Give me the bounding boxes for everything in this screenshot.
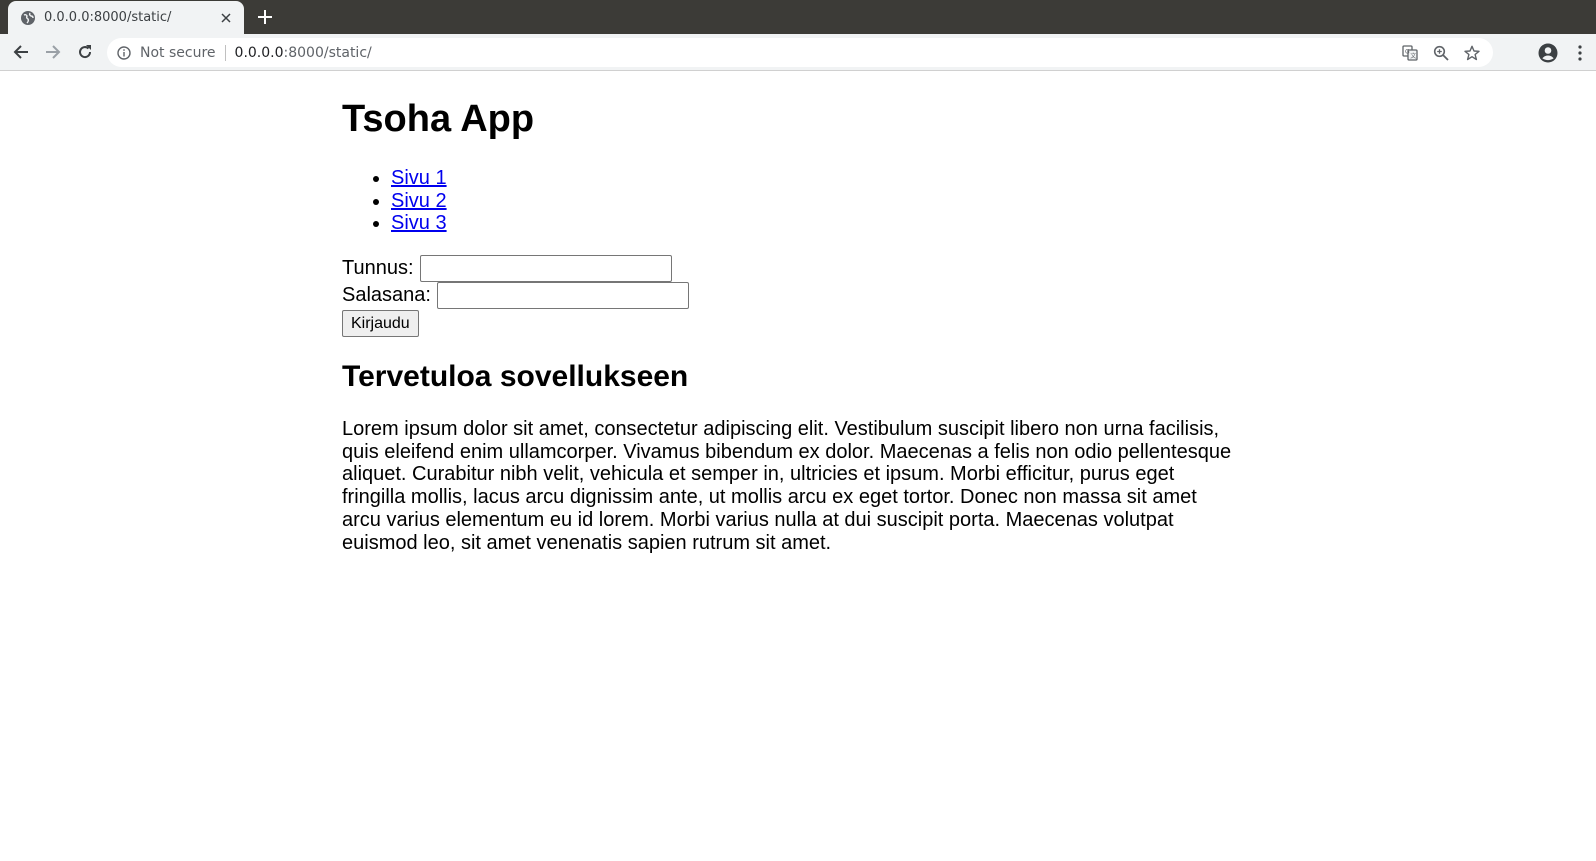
kebab-menu-icon[interactable] — [1564, 34, 1596, 71]
profile-icon[interactable] — [1532, 34, 1564, 71]
back-arrow-icon — [13, 45, 28, 59]
url-host: 0.0.0.0 — [234, 44, 284, 61]
url-text[interactable]: 0.0.0.0:8000/static/ — [235, 45, 372, 61]
close-icon[interactable] — [218, 10, 234, 26]
username-row: Tunnus: — [342, 255, 689, 282]
login-button[interactable]: Kirjaudu — [342, 310, 419, 337]
back-button[interactable] — [7, 38, 35, 66]
reload-icon — [79, 45, 92, 59]
password-label: Salasana: — [342, 284, 431, 306]
info-icon[interactable] — [116, 45, 132, 61]
login-form: Tunnus: Salasana: Kirjaudu — [342, 255, 689, 337]
url-path: :8000/static/ — [283, 44, 372, 61]
tab-strip: 0.0.0.0:8000/static/ — [0, 0, 1596, 34]
reload-button[interactable] — [71, 38, 99, 66]
username-input[interactable] — [419, 255, 672, 282]
username-label: Tunnus: — [342, 257, 414, 279]
forward-arrow-icon — [46, 45, 61, 59]
toolbar-right — [1532, 34, 1596, 71]
welcome-heading: Tervetuloa sovellukseen — [342, 360, 689, 393]
tab-title: 0.0.0.0:8000/static/ — [44, 10, 172, 25]
nav-item-sivu-2: Sivu 2 — [391, 190, 447, 213]
page-viewport: Tsoha App Sivu 1 Sivu 2 Sivu 3 Tunnus: S… — [0, 71, 1596, 861]
svg-text:文: 文 — [1410, 52, 1416, 60]
forward-button[interactable] — [39, 38, 67, 66]
nav-list: Sivu 1 Sivu 2 Sivu 3 — [342, 167, 447, 235]
zoom-icon[interactable] — [1425, 38, 1456, 67]
nav-link-sivu-2[interactable]: Sivu 2 — [391, 190, 447, 212]
plus-icon — [258, 10, 272, 24]
browser-toolbar: Not secure 0.0.0.0:8000/static/ G文 — [0, 34, 1596, 71]
nav-item-sivu-3: Sivu 3 — [391, 212, 447, 235]
star-icon[interactable] — [1456, 38, 1487, 67]
svg-text:G: G — [1405, 48, 1410, 55]
new-tab-button[interactable] — [255, 7, 275, 27]
address-bar-actions: G文 — [1394, 38, 1487, 67]
translate-icon[interactable]: G文 — [1394, 38, 1425, 67]
nav-link-sivu-3[interactable]: Sivu 3 — [391, 212, 447, 234]
nav-item-sivu-1: Sivu 1 — [391, 167, 447, 190]
browser-tab[interactable]: 0.0.0.0:8000/static/ — [8, 1, 244, 34]
body-paragraph: Lorem ipsum dolor sit amet, consectetur … — [342, 418, 1232, 554]
nav-link-sivu-1[interactable]: Sivu 1 — [391, 167, 447, 189]
password-input[interactable] — [436, 282, 689, 309]
password-row: Salasana: — [342, 282, 689, 309]
address-bar[interactable]: Not secure 0.0.0.0:8000/static/ G文 — [107, 38, 1493, 67]
globe-icon — [20, 10, 36, 26]
security-label[interactable]: Not secure — [140, 45, 216, 61]
address-separator — [224, 44, 226, 61]
page-title: Tsoha App — [342, 98, 535, 140]
